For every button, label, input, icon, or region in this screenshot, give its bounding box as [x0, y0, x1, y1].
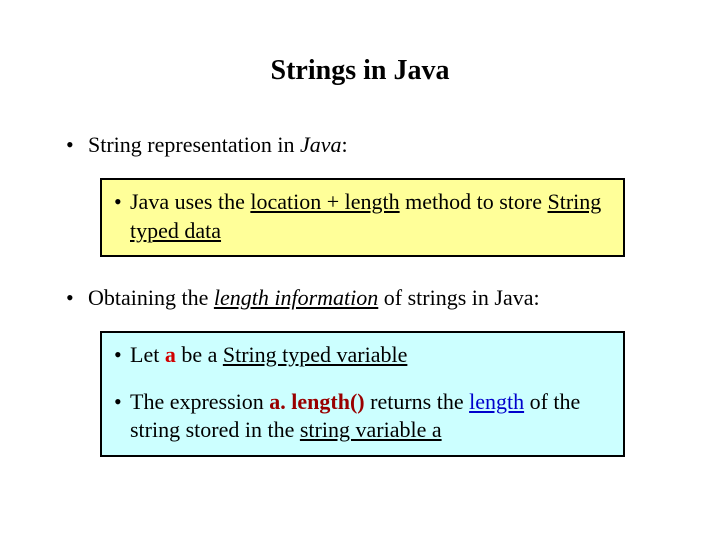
text-italic-underline: length information [214, 285, 378, 310]
text-segment: of strings in Java: [378, 285, 539, 310]
bullet-string-representation: String representation in Java: [60, 132, 660, 158]
text-var-a: a [165, 342, 176, 367]
text-segment: method to store [400, 189, 548, 214]
text-segment: returns the [365, 389, 469, 414]
text-underline: location + length [250, 189, 399, 214]
text-segment: Obtaining the [88, 285, 214, 310]
bullet-obtaining-length: Obtaining the length information of stri… [60, 285, 660, 311]
text-underline: string variable a [300, 417, 442, 442]
text-underline: String typed variable [223, 342, 408, 367]
text-segment: The expression [130, 389, 269, 414]
text-method-call: a. length() [269, 389, 364, 414]
highlight-box-yellow: Java uses the location + length method t… [100, 178, 625, 257]
text-segment: Let [130, 342, 165, 367]
text-segment: : [342, 132, 348, 157]
highlight-box-cyan: Let a be a String typed variable The exp… [100, 331, 625, 457]
box-bullet-java-method: Java uses the location + length method t… [114, 188, 611, 245]
text-italic-java: Java [300, 132, 342, 157]
slide: Strings in Java String representation in… [0, 0, 720, 540]
text-segment: Java uses the [130, 189, 250, 214]
box-bullet-let-a: Let a be a String typed variable [114, 341, 611, 370]
text-underline-blue: length [469, 389, 524, 414]
text-segment: be a [176, 342, 223, 367]
text-segment: String representation in [88, 132, 300, 157]
box-bullet-expression: The expression a. length() returns the l… [114, 388, 611, 445]
slide-title: Strings in Java [0, 55, 720, 87]
